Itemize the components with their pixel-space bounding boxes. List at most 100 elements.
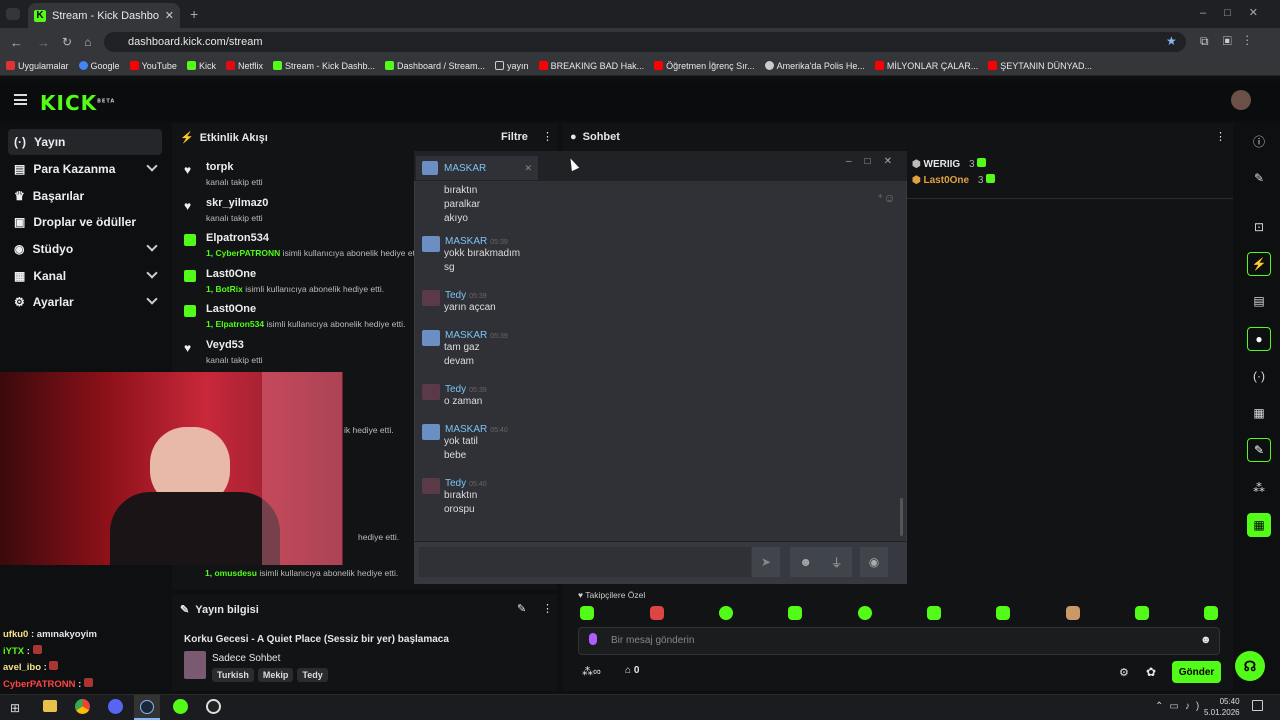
- bookmark-8[interactable]: BREAKING BAD Hak...: [538, 61, 644, 71]
- tag[interactable]: Mekip: [257, 668, 294, 682]
- pencil-icon[interactable]: ✎: [1247, 166, 1271, 190]
- scrollbar[interactable]: [900, 498, 903, 536]
- more-icon[interactable]: ⋮: [542, 602, 553, 615]
- notification-icon[interactable]: [1252, 700, 1263, 711]
- gift-sub-icon: [184, 270, 196, 282]
- bolt-icon[interactable]: ⚡: [1247, 252, 1271, 276]
- discord-icon[interactable]: [108, 699, 123, 714]
- bookmark-1[interactable]: Google: [78, 61, 120, 71]
- close-icon[interactable]: ✕: [165, 9, 174, 22]
- bookmark-7[interactable]: yayın: [495, 61, 529, 71]
- back-icon[interactable]: ←: [10, 35, 23, 50]
- obs-icon[interactable]: [206, 699, 221, 714]
- location-icon[interactable]: ◉: [860, 547, 888, 577]
- bookmark-star-icon[interactable]: ★: [1166, 34, 1177, 48]
- info-icon[interactable]: ⓘ: [1247, 129, 1271, 153]
- home-icon[interactable]: ⌂: [84, 35, 91, 49]
- browser-tab[interactable]: K Stream - Kick Dashboard ✕: [28, 3, 180, 28]
- new-tab-icon[interactable]: +: [190, 6, 198, 22]
- file-explorer-icon[interactable]: [43, 700, 57, 712]
- url-input[interactable]: dashboard.kick.com/stream: [104, 32, 1186, 52]
- chat-message: MASKAR 05:39 yokk bırakmadım sg: [422, 236, 622, 275]
- wrench-icon[interactable]: ✎: [1247, 438, 1271, 462]
- tag[interactable]: Turkish: [212, 668, 254, 682]
- chat-message: Tedy 05:39 yarın açcan: [422, 290, 622, 315]
- document-icon[interactable]: ▤: [1247, 289, 1271, 313]
- sidebar-item-basarilar[interactable]: ♛ Başarılar: [8, 183, 162, 209]
- support-icon[interactable]: ☊: [1235, 651, 1265, 681]
- kick-app-icon[interactable]: [173, 699, 188, 714]
- emote-icon[interactable]: [650, 606, 664, 620]
- forward-icon[interactable]: →: [37, 35, 50, 50]
- bookmarks-bar: Uygulamalar Google YouTube Kick Netflix …: [0, 56, 1280, 76]
- leader-row: ⬢ WERIIG 3: [912, 157, 995, 173]
- clapper-icon[interactable]: ▦: [1247, 513, 1271, 537]
- gift-icon[interactable]: ✿: [1146, 665, 1156, 679]
- bookmark-2[interactable]: YouTube: [129, 61, 177, 71]
- edit-icon[interactable]: ✎: [517, 602, 526, 615]
- money-icon: ▤: [14, 162, 26, 176]
- emote-icon[interactable]: [580, 606, 594, 620]
- sidebar-item-ayarlar[interactable]: ⚙ Ayarlar: [8, 289, 162, 315]
- mic-icon[interactable]: [589, 633, 597, 645]
- tag[interactable]: Tedy: [297, 668, 328, 682]
- screenshot-icon[interactable]: ⊡: [1247, 215, 1271, 239]
- emote-icon[interactable]: [719, 606, 733, 620]
- add-user-icon[interactable]: ⁺☺: [877, 191, 896, 205]
- chrome-icon[interactable]: [75, 699, 90, 714]
- attachment-icon[interactable]: ⏚: [831, 554, 843, 571]
- popup-message-input[interactable]: [419, 547, 751, 577]
- send-icon[interactable]: ➤: [752, 547, 780, 577]
- extension-icons[interactable]: ⧉▣⋮: [1200, 34, 1263, 49]
- chat-bubble-icon[interactable]: ●: [1247, 327, 1271, 351]
- event-partial-text: ik hediye etti.: [344, 425, 394, 435]
- sidebar-item-para-kazanma[interactable]: ▤ Para Kazanma: [8, 156, 162, 182]
- system-tray-icons[interactable]: ⌃▭♪): [1155, 701, 1205, 712]
- sidebar-item-yayin[interactable]: (·) Yayın: [8, 129, 162, 155]
- bookmark-9[interactable]: Öğretmen İğrenç Sır...: [654, 61, 755, 71]
- share-icon[interactable]: ⁂: [1247, 476, 1271, 500]
- filter-button[interactable]: Filtre: [501, 131, 528, 143]
- reload-icon[interactable]: ↻: [62, 35, 72, 49]
- emote-icon[interactable]: [996, 606, 1010, 620]
- bookmark-3[interactable]: Kick: [186, 61, 216, 71]
- bookmark-4[interactable]: Netflix: [225, 61, 263, 71]
- overlay-chat-line: iYTX :: [3, 644, 97, 661]
- emote-icon[interactable]: [1135, 606, 1149, 620]
- more-icon[interactable]: ⋮: [1215, 130, 1226, 143]
- bookmark-12[interactable]: ŞEYTANIN DÜNYAD...: [988, 61, 1092, 71]
- popup-window-controls[interactable]: –□✕: [846, 156, 905, 167]
- close-icon[interactable]: ✕: [524, 163, 532, 174]
- bookmark-11[interactable]: MİLYONLAR ÇALAR...: [874, 61, 978, 71]
- printer-icon[interactable]: ▦: [1247, 401, 1271, 425]
- broadcast-icon[interactable]: (·): [1247, 364, 1271, 388]
- emote-icon[interactable]: [1204, 606, 1218, 620]
- chat-popup-tab[interactable]: MASKAR ✕: [416, 156, 538, 180]
- kick-logo[interactable]: KICKBETA: [40, 91, 115, 115]
- sidebar-item-studyo[interactable]: ◉ Stüdyo: [8, 236, 162, 262]
- gift-sub-icon: [184, 234, 196, 246]
- emote-icon[interactable]: [858, 606, 872, 620]
- bookmark-0[interactable]: Uygulamalar: [6, 61, 69, 71]
- sidebar-item-kanal[interactable]: ▦ Kanal: [8, 263, 162, 289]
- more-icon[interactable]: ⋮: [542, 130, 553, 143]
- tab-search-button[interactable]: [6, 8, 20, 20]
- emote-icon[interactable]: [1066, 606, 1080, 620]
- bookmark-10[interactable]: Amerika'da Polis He...: [764, 61, 865, 71]
- emote-icon[interactable]: [927, 606, 941, 620]
- window-controls[interactable]: –□✕: [1200, 6, 1276, 19]
- emoji-icon[interactable]: ☻: [1200, 634, 1212, 646]
- bookmark-5[interactable]: Stream - Kick Dashb...: [272, 61, 375, 71]
- menu-icon[interactable]: [14, 94, 27, 105]
- avatar[interactable]: [1231, 90, 1251, 110]
- gear-icon[interactable]: ⚙: [1119, 666, 1129, 679]
- system-clock[interactable]: 05:40 5.01.2026: [1204, 696, 1240, 718]
- steam-taskbar-item[interactable]: [134, 695, 160, 720]
- chat-message: Tedy 05:39 o zaman: [422, 384, 622, 409]
- emoji-icon[interactable]: ☻: [799, 555, 812, 569]
- send-button[interactable]: Gönder: [1172, 661, 1221, 683]
- emote-icon[interactable]: [788, 606, 802, 620]
- bookmark-6[interactable]: Dashboard / Stream...: [385, 61, 485, 71]
- sidebar-item-droplar[interactable]: ▣ Droplar ve ödüller: [8, 209, 162, 235]
- windows-start-icon[interactable]: ⊞: [10, 701, 20, 715]
